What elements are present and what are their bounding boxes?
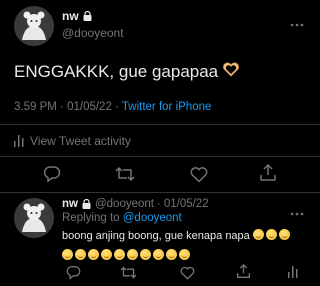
grinning-sweat-emoji-icon bbox=[179, 249, 190, 260]
grinning-sweat-emoji-icon bbox=[75, 249, 86, 260]
view-activity-label: View Tweet activity bbox=[30, 134, 131, 148]
tweet-source[interactable]: Twitter for iPhone bbox=[122, 101, 211, 113]
like-icon[interactable] bbox=[190, 166, 208, 183]
reply-like-icon[interactable] bbox=[180, 266, 195, 280]
avatar[interactable] bbox=[14, 6, 54, 46]
author-line: nw bbox=[62, 9, 92, 23]
grinning-sweat-emoji-icon bbox=[127, 249, 138, 260]
analytics-icon bbox=[14, 135, 24, 147]
retweet-icon[interactable] bbox=[115, 165, 135, 183]
divider bbox=[0, 192, 320, 193]
tweet-text: ENGGAKKK, gue gapapaa bbox=[14, 61, 219, 81]
tweet-time: 3.59 PM bbox=[14, 101, 57, 113]
reply-handle[interactable]: @dooyeont bbox=[95, 198, 154, 210]
reply-author-name[interactable]: nw bbox=[62, 198, 78, 210]
replying-to: Replying to @dooyeont bbox=[62, 212, 182, 224]
author-handle[interactable]: @dooyeont bbox=[62, 26, 124, 40]
grinning-sweat-emoji-icon bbox=[114, 249, 125, 260]
reply-avatar[interactable] bbox=[14, 198, 54, 238]
reply-retweet-icon[interactable] bbox=[120, 265, 137, 280]
grinning-sweat-emoji-icon bbox=[88, 249, 99, 260]
timestamp-line: 3.59 PM · 01/05/22 · Twitter for iPhone bbox=[14, 101, 211, 113]
replying-prefix: Replying to bbox=[62, 212, 120, 224]
share-icon[interactable] bbox=[259, 164, 277, 182]
reply-date[interactable]: 01/05/22 bbox=[164, 198, 209, 210]
replying-handle[interactable]: @dooyeont bbox=[123, 212, 182, 224]
view-tweet-activity[interactable]: View Tweet activity bbox=[14, 134, 131, 148]
grinning-sweat-emoji-icon bbox=[101, 249, 112, 260]
reply-icon[interactable] bbox=[43, 165, 61, 183]
heart-hands-emoji-icon bbox=[222, 61, 240, 82]
reply-share-icon[interactable] bbox=[236, 264, 251, 279]
reply-text-line-1: boong anjing boong, gue kenapa napa bbox=[62, 229, 292, 242]
lock-icon bbox=[83, 11, 92, 21]
divider bbox=[0, 156, 320, 157]
grinning-sweat-emoji-icon bbox=[153, 249, 164, 260]
reply-header: nw @dooyeont · 01/05/22 bbox=[62, 198, 209, 210]
grinning-sweat-emoji-icon bbox=[278, 229, 290, 240]
grinning-sweat-emoji-icon bbox=[265, 229, 277, 240]
separator: · bbox=[115, 101, 119, 113]
author-name[interactable]: nw bbox=[62, 9, 79, 23]
grinning-sweat-emoji-icon bbox=[62, 249, 73, 260]
divider bbox=[0, 124, 320, 125]
reply-analytics-icon[interactable] bbox=[288, 265, 298, 279]
grinning-sweat-emoji-icon bbox=[166, 249, 177, 260]
more-icon[interactable] bbox=[290, 14, 304, 32]
lock-icon bbox=[82, 199, 91, 209]
tweet-date: 01/05/22 bbox=[67, 101, 112, 113]
separator: · bbox=[156, 198, 161, 210]
tweet-text-row: ENGGAKKK, gue gapapaa bbox=[14, 61, 240, 82]
reply-text: boong anjing boong, gue kenapa napa bbox=[62, 230, 250, 242]
grinning-sweat-emoji-icon bbox=[140, 249, 151, 260]
grinning-sweat-emoji-icon bbox=[252, 229, 264, 240]
reply-more-icon[interactable] bbox=[290, 203, 304, 221]
emoji-group bbox=[62, 246, 192, 264]
separator: · bbox=[60, 101, 64, 113]
reply-reply-icon[interactable] bbox=[66, 265, 81, 280]
emoji-group bbox=[252, 229, 292, 242]
